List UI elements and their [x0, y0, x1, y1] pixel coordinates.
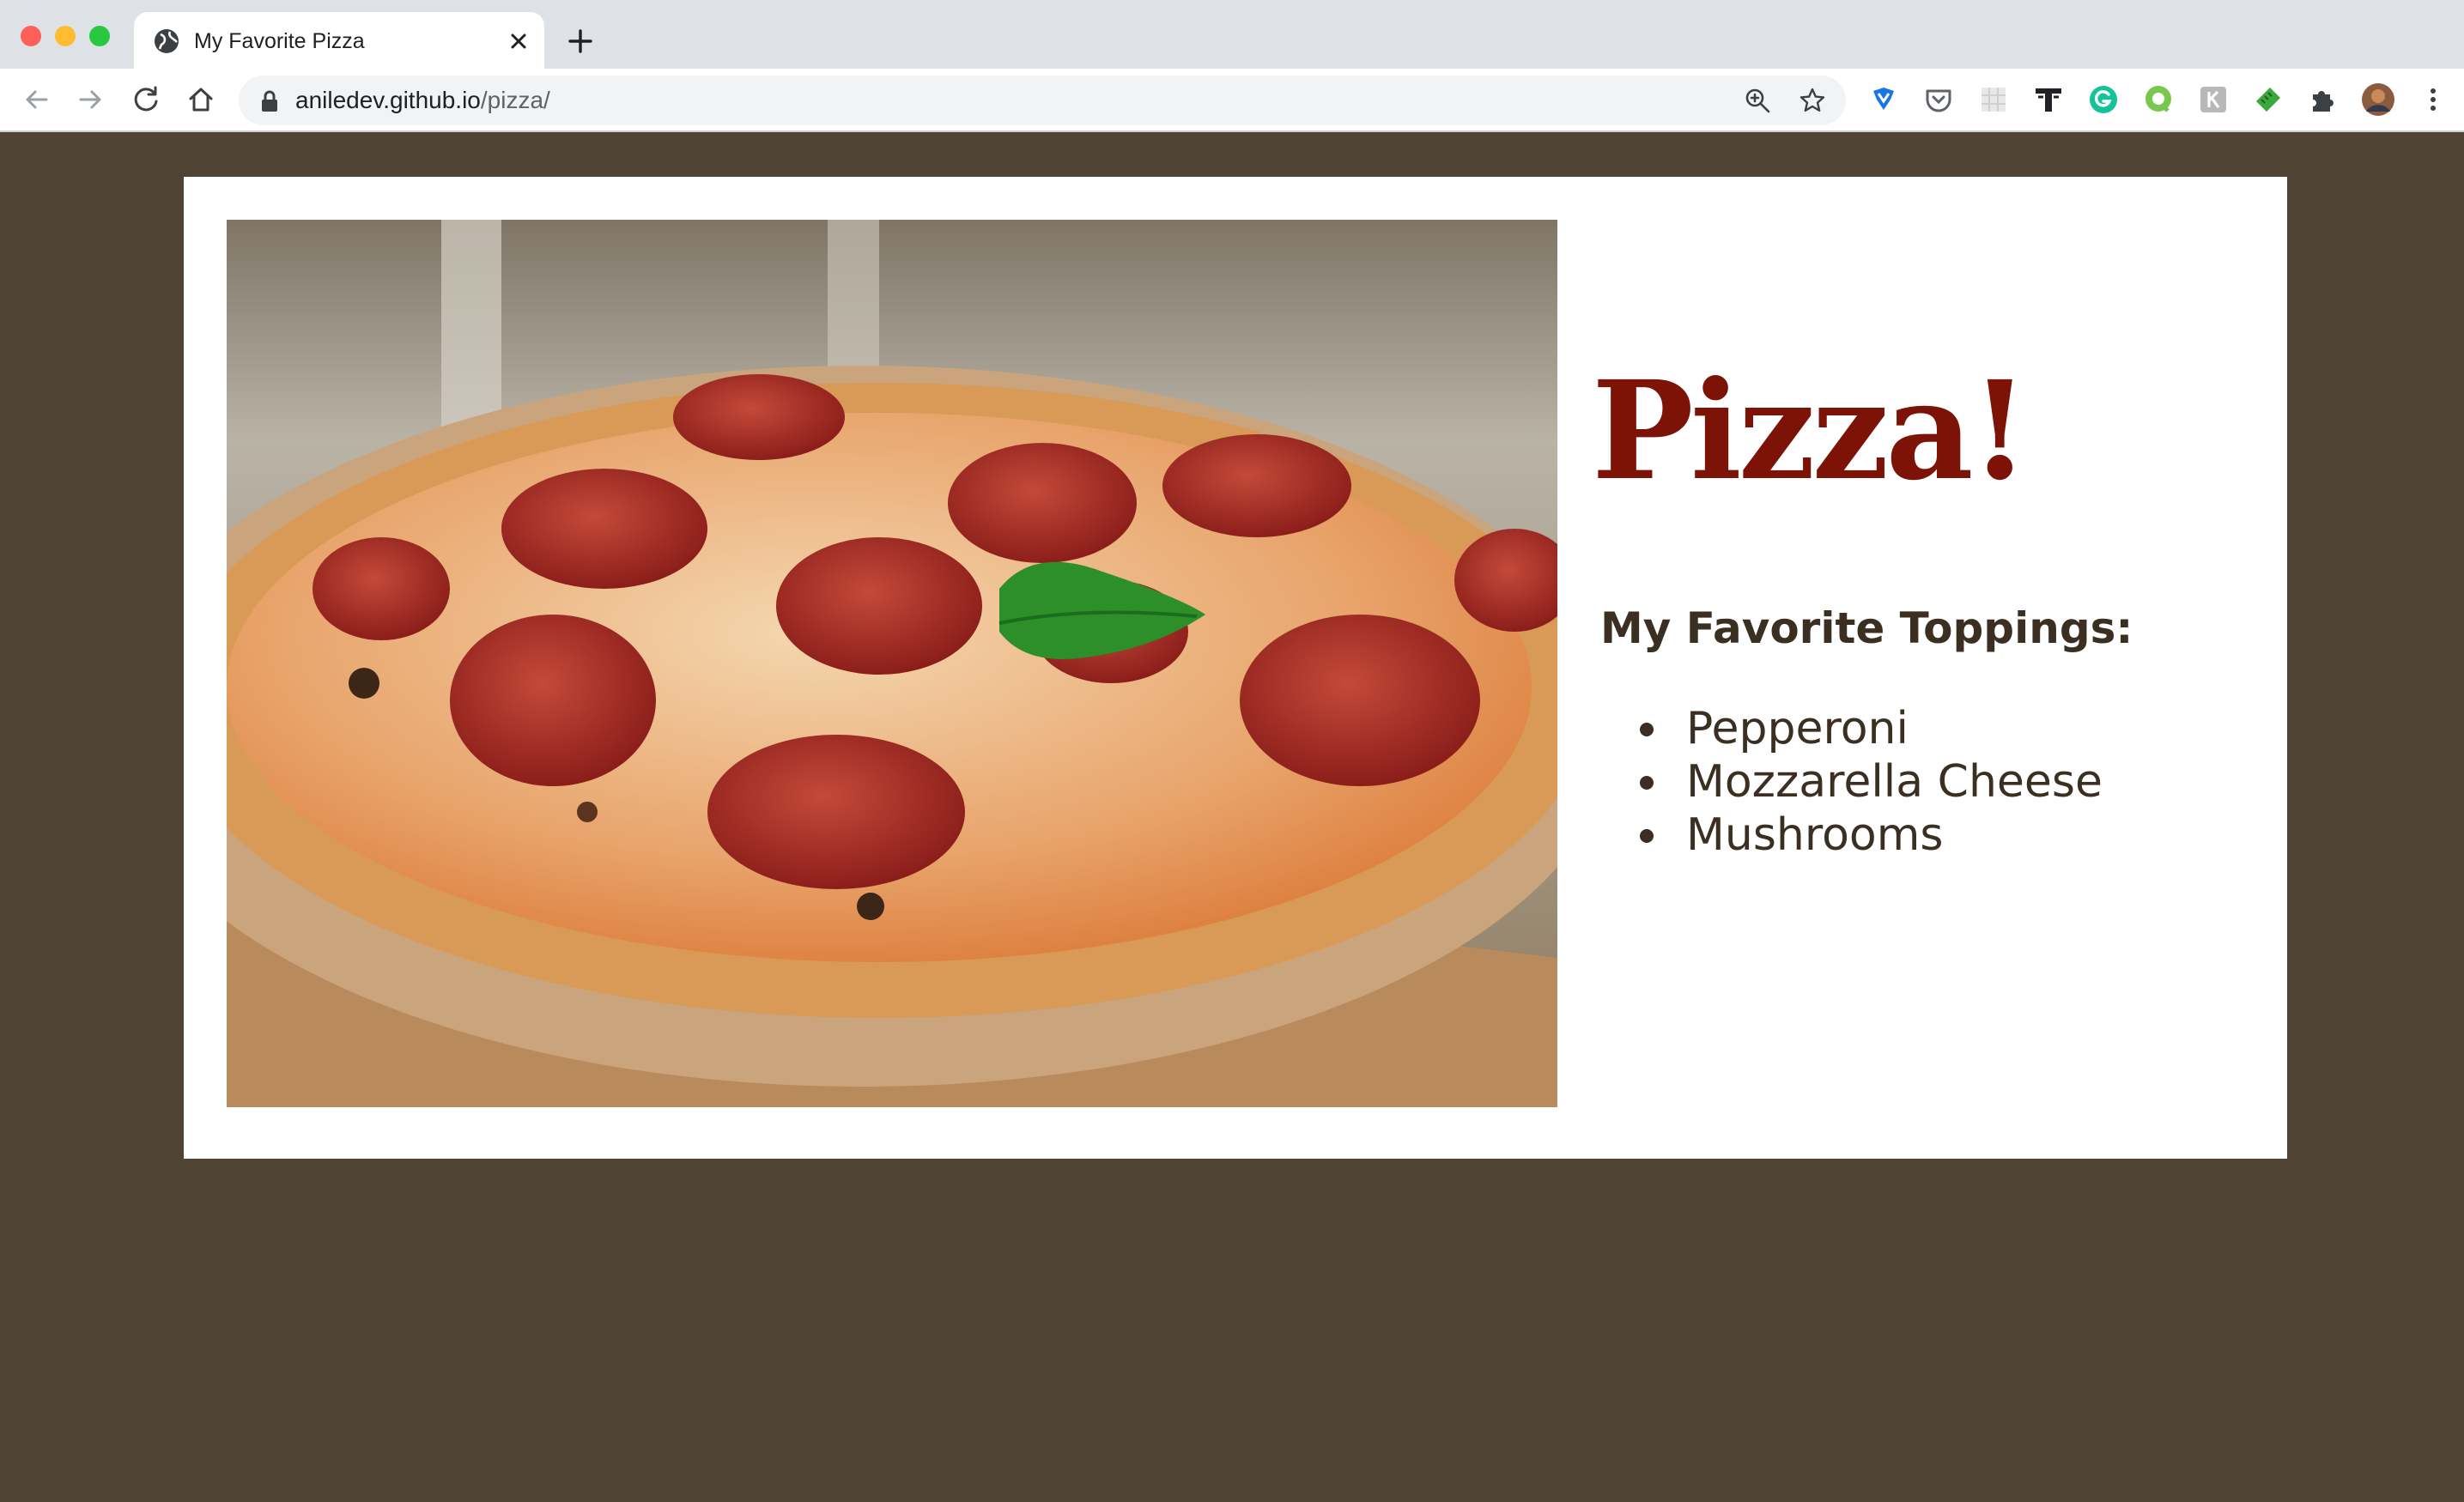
profile-avatar[interactable] [2361, 82, 2395, 117]
tab-title: My Favorite Pizza [194, 29, 365, 53]
browser-tab[interactable]: My Favorite Pizza [134, 12, 544, 70]
pizza-photo [227, 220, 1557, 1107]
chat-bubble-icon[interactable] [2141, 82, 2176, 117]
url-path: /pizza/ [480, 87, 550, 113]
new-tab-button[interactable] [563, 24, 598, 58]
url-text[interactable]: aniledev.github.io/pizza/ [295, 86, 550, 115]
topping-label: Mushrooms [1686, 809, 1944, 861]
zoom-icon[interactable] [1743, 86, 1772, 115]
bullet-icon [1640, 776, 1654, 790]
star-icon[interactable] [1798, 86, 1827, 115]
topping-label: Pepperoni [1686, 703, 1909, 754]
address-bar[interactable]: aniledev.github.io/pizza/ [239, 76, 1846, 125]
bullet-icon [1640, 723, 1654, 736]
grammarly-icon[interactable] [2086, 82, 2121, 117]
content-card: Pizza! My Favorite Toppings: Pepperoni M… [184, 177, 2287, 1159]
close-tab-icon[interactable] [503, 26, 534, 57]
vpn-shield-icon[interactable] [1866, 82, 1901, 117]
arrow-right-icon[interactable] [74, 82, 108, 117]
kebab-menu-icon[interactable] [2416, 82, 2450, 117]
k-extension-icon[interactable] [2196, 82, 2230, 117]
pocket-icon[interactable] [1921, 82, 1956, 117]
list-item: Pepperoni [1600, 702, 2103, 755]
lock-icon[interactable] [259, 90, 280, 112]
grid-extension-icon[interactable] [1976, 82, 2011, 117]
text-t-icon[interactable] [2031, 82, 2066, 117]
globe-icon [155, 29, 179, 53]
close-window-button[interactable] [21, 26, 41, 46]
url-host: aniledev.github.io [295, 87, 481, 113]
minimize-window-button[interactable] [55, 26, 76, 46]
topping-label: Mozzarella Cheese [1686, 756, 2103, 808]
list-item: Mushrooms [1600, 809, 2103, 862]
home-icon[interactable] [184, 82, 218, 117]
browser-toolbar: aniledev.github.io/pizza/ [0, 69, 2464, 132]
reload-icon[interactable] [129, 82, 163, 117]
toppings-list: Pepperoni Mozzarella Cheese Mushrooms [1600, 702, 2103, 862]
toppings-heading: My Favorite Toppings: [1600, 603, 2133, 653]
bullet-icon [1640, 829, 1654, 843]
puzzle-icon[interactable] [2306, 82, 2340, 117]
list-item: Mozzarella Cheese [1600, 755, 2103, 809]
arrow-left-icon[interactable] [19, 82, 53, 117]
page-title: Pizza! [1592, 352, 2030, 511]
zoom-window-button[interactable] [89, 26, 110, 46]
tab-strip: My Favorite Pizza [0, 0, 2464, 70]
ruler-extension-icon[interactable] [2251, 82, 2285, 117]
